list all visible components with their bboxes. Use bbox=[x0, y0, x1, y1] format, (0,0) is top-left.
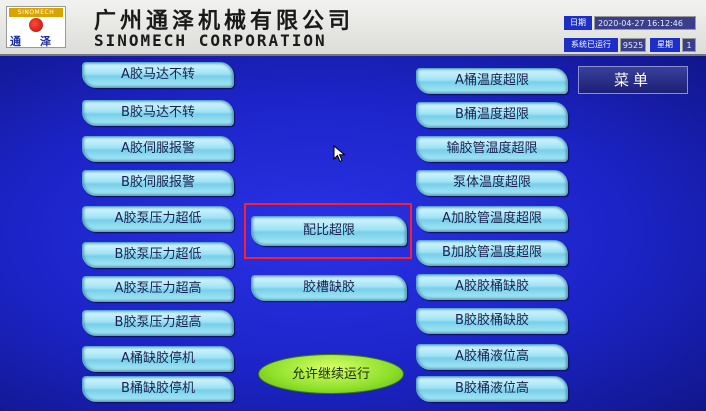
menu-button[interactable]: 菜单 bbox=[578, 66, 688, 94]
logo-right-char: 泽 bbox=[40, 35, 51, 48]
alarm-button-b-pump-pressure-low[interactable]: B胶泵压力超低 bbox=[82, 242, 234, 268]
date-label: 日期 bbox=[564, 16, 592, 30]
logo-mark-icon bbox=[29, 18, 43, 32]
alarm-panel: A胶马达不转 B胶马达不转 A胶伺服报警 B胶伺服报警 A胶泵压力超低 B胶泵压… bbox=[0, 56, 706, 411]
alarm-button-a-pump-pressure-low[interactable]: A胶泵压力超低 bbox=[82, 206, 234, 232]
alarm-button-b-barrel-empty-stop[interactable]: B桶缺胶停机 bbox=[82, 376, 234, 402]
company-name-english: SINOMECH CORPORATION bbox=[94, 31, 327, 50]
header-bar: SINOMECH 通 泽 广州通泽机械有限公司 SINOMECH CORPORA… bbox=[0, 0, 706, 56]
weekday-label: 星期 bbox=[650, 38, 680, 52]
mouse-cursor-icon bbox=[333, 145, 346, 163]
allow-continue-button[interactable]: 允许继续运行 bbox=[258, 354, 404, 394]
weekday-value: 1 bbox=[682, 38, 696, 52]
runtime-label: 系统已运行 bbox=[564, 38, 618, 52]
alarm-button-a-barrel-temp[interactable]: A桶温度超限 bbox=[416, 68, 568, 94]
hmi-screen: SINOMECH 通 泽 广州通泽机械有限公司 SINOMECH CORPORA… bbox=[0, 0, 706, 411]
alarm-button-a-feed-hose-temp[interactable]: A加胶管温度超限 bbox=[416, 206, 568, 232]
company-logo: SINOMECH 通 泽 bbox=[6, 6, 66, 48]
alarm-button-b-servo-alarm[interactable]: B胶伺服报警 bbox=[82, 170, 234, 196]
date-value: 2020-04-27 16:12:46 bbox=[594, 16, 696, 30]
logo-left-char: 通 bbox=[10, 35, 21, 48]
alarm-button-b-pump-pressure-high[interactable]: B胶泵压力超高 bbox=[82, 310, 234, 336]
alarm-button-a-pump-pressure-high[interactable]: A胶泵压力超高 bbox=[82, 276, 234, 302]
alarm-button-b-feed-hose-temp[interactable]: B加胶管温度超限 bbox=[416, 240, 568, 266]
alarm-button-a-barrel-level-high[interactable]: A胶桶液位高 bbox=[416, 344, 568, 370]
alarm-button-ratio-exceeded[interactable]: 配比超限 bbox=[251, 216, 407, 246]
runtime-value: 9525 bbox=[620, 38, 646, 52]
alarm-button-a-glue-barrel-empty[interactable]: A胶胶桶缺胶 bbox=[416, 274, 568, 300]
alarm-button-a-servo-alarm[interactable]: A胶伺服报警 bbox=[82, 136, 234, 162]
alarm-button-b-motor-stopped[interactable]: B胶马达不转 bbox=[82, 100, 234, 126]
alarm-button-tank-empty[interactable]: 胶槽缺胶 bbox=[251, 275, 407, 301]
alarm-button-b-barrel-level-high[interactable]: B胶桶液位高 bbox=[416, 376, 568, 402]
alarm-button-b-barrel-temp[interactable]: B桶温度超限 bbox=[416, 102, 568, 128]
alarm-button-hose-temp[interactable]: 输胶管温度超限 bbox=[416, 136, 568, 162]
alarm-button-b-glue-barrel-empty[interactable]: B胶胶桶缺胶 bbox=[416, 308, 568, 334]
alarm-button-pump-body-temp[interactable]: 泵体温度超限 bbox=[416, 170, 568, 196]
alarm-button-a-barrel-empty-stop[interactable]: A桶缺胶停机 bbox=[82, 346, 234, 372]
logo-top-text: SINOMECH bbox=[9, 8, 63, 17]
alarm-button-a-motor-stopped[interactable]: A胶马达不转 bbox=[82, 62, 234, 88]
